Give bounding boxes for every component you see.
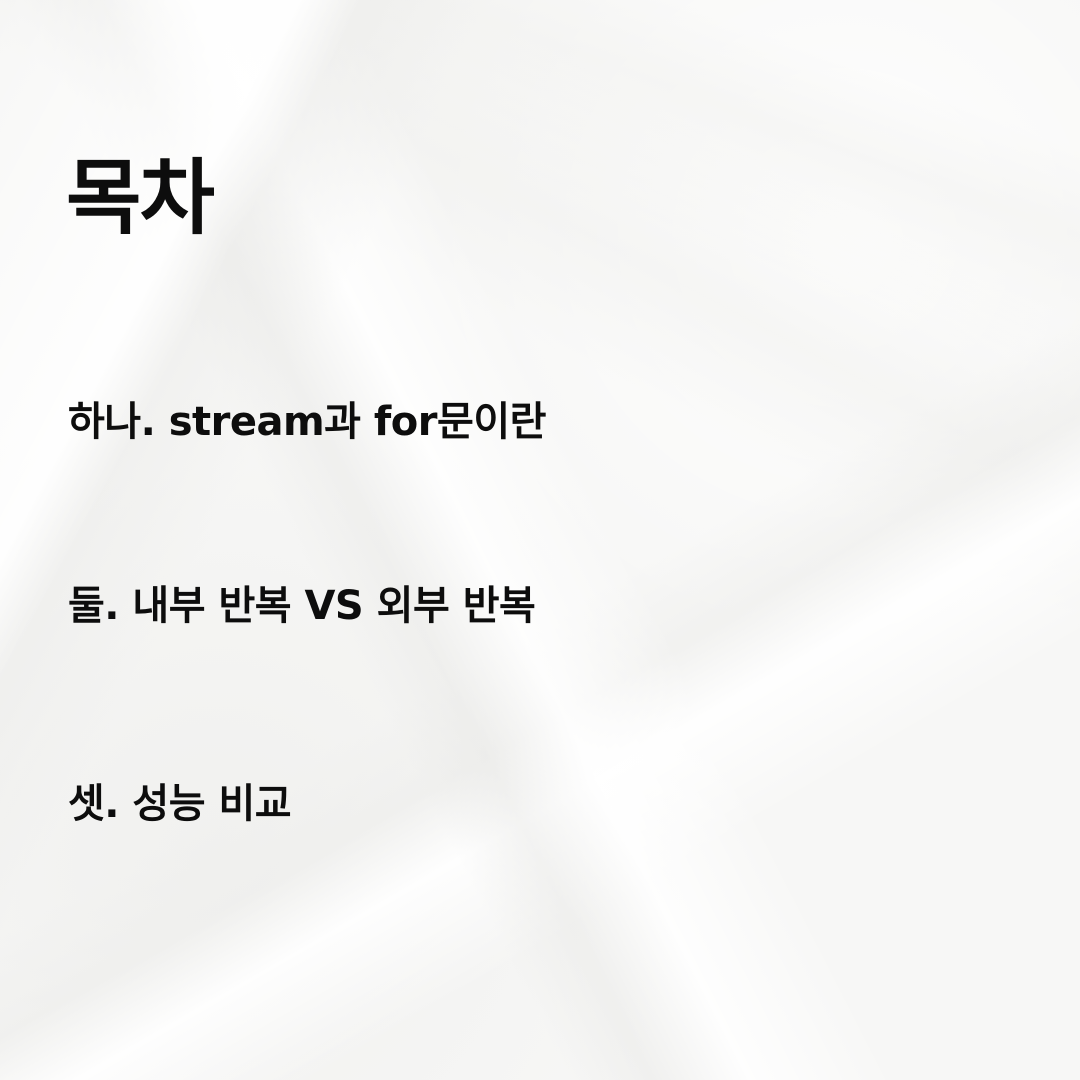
paper-background: 목차 하나. stream과 for문이란 둘. 내부 반복 VS 외부 반복 … bbox=[0, 0, 1080, 1080]
toc-item-1: 하나. stream과 for문이란 bbox=[68, 399, 546, 445]
toc-item-2: 둘. 내부 반복 VS 외부 반복 bbox=[68, 583, 536, 629]
page-title: 목차 bbox=[66, 151, 215, 246]
toc-item-3: 셋. 성능 비교 bbox=[68, 781, 292, 827]
